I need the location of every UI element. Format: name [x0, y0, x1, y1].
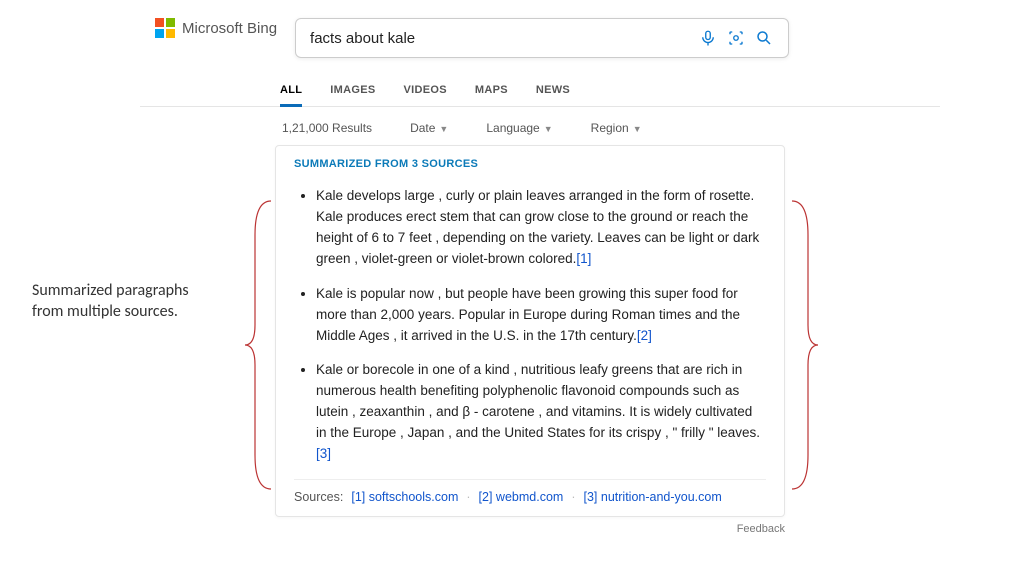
separator: ·: [466, 490, 470, 504]
summary-item: Kale or borecole in one of a kind , nutr…: [316, 360, 766, 465]
search-icon[interactable]: [750, 29, 778, 47]
brand-name: Microsoft Bing: [182, 20, 277, 37]
filters-row: 1,21,000 Results Date▼ Language▼ Region▼: [282, 121, 1024, 135]
summary-item: Kale is popular now , but people have be…: [316, 284, 766, 347]
tab-news[interactable]: NEWS: [536, 84, 570, 107]
right-brace: [790, 195, 820, 500]
header: Microsoft Bing: [0, 0, 1024, 58]
source-link[interactable]: [1] softschools.com: [351, 490, 458, 504]
tab-images[interactable]: IMAGES: [330, 84, 375, 107]
result-tabs: ALL IMAGES VIDEOS MAPS NEWS: [280, 84, 1024, 107]
summary-label: SUMMARIZED FROM 3 SOURCES: [294, 158, 766, 170]
tab-maps[interactable]: MAPS: [475, 84, 508, 107]
summary-item: Kale develops large , curly or plain lea…: [316, 186, 766, 270]
sources-line: Sources: [1] softschools.com · [2] webmd…: [294, 479, 766, 504]
tab-all[interactable]: ALL: [280, 84, 302, 107]
mic-icon[interactable]: [694, 29, 722, 47]
search-input[interactable]: [310, 30, 694, 47]
slide-annotation: Summarized paragraphs from multiple sour…: [32, 281, 222, 323]
source-link[interactable]: [3] nutrition-and-you.com: [583, 490, 721, 504]
sources-label: Sources:: [294, 490, 343, 504]
chevron-down-icon: ▼: [544, 124, 553, 134]
source-link[interactable]: [2] webmd.com: [479, 490, 564, 504]
separator: ·: [571, 490, 575, 504]
filter-language[interactable]: Language▼: [486, 121, 552, 135]
lens-icon[interactable]: [722, 29, 750, 47]
filter-region[interactable]: Region▼: [591, 121, 642, 135]
citation-link[interactable]: [2]: [637, 328, 652, 343]
citation-link[interactable]: [1]: [576, 251, 591, 266]
summary-answer-card: SUMMARIZED FROM 3 SOURCES Kale develops …: [275, 145, 785, 517]
tab-videos[interactable]: VIDEOS: [404, 84, 447, 107]
summary-list: Kale develops large , curly or plain lea…: [316, 186, 766, 465]
microsoft-logo-icon: [155, 18, 175, 38]
feedback-link[interactable]: Feedback: [275, 523, 785, 535]
brand-logo[interactable]: Microsoft Bing: [155, 18, 277, 38]
results-count: 1,21,000 Results: [282, 121, 372, 135]
filter-date[interactable]: Date▼: [410, 121, 448, 135]
citation-link[interactable]: [3]: [316, 446, 331, 461]
chevron-down-icon: ▼: [439, 124, 448, 134]
chevron-down-icon: ▼: [633, 124, 642, 134]
search-box[interactable]: [295, 18, 789, 58]
left-brace: [243, 195, 273, 500]
